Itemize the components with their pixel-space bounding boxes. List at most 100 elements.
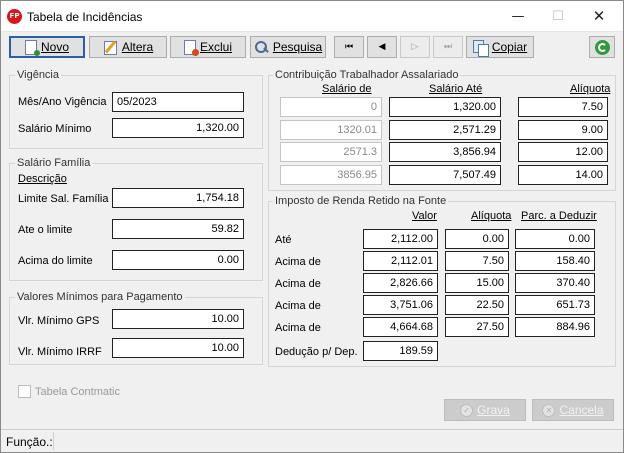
salario-minimo-label: Salário Mínimo xyxy=(18,123,92,135)
exit-button[interactable] xyxy=(589,36,615,58)
previous-record-icon: ◀ xyxy=(378,42,386,52)
aliquota-header: Alíquota xyxy=(570,83,611,95)
contrib-de-field: 0 xyxy=(280,97,382,117)
irrf-row-label: Acima de xyxy=(275,256,321,268)
ate-limite-field[interactable]: 59.82 xyxy=(112,219,244,239)
next-record-button: ▷ xyxy=(400,36,430,58)
irrf-row-label: Acima de xyxy=(275,300,321,312)
first-record-icon: ⏮ xyxy=(344,42,354,52)
ate-limite-label: Ate o limite xyxy=(18,224,73,236)
contrib-aliquota-field[interactable]: 12.00 xyxy=(518,142,608,162)
irrf-aliquota-field[interactable]: 15.00 xyxy=(445,273,509,293)
contrib-aliquota-field[interactable]: 9.00 xyxy=(518,120,608,140)
minimize-button[interactable]: — xyxy=(498,1,538,32)
contrib-ate-field[interactable]: 3,856.94 xyxy=(389,142,501,162)
previous-record-button[interactable]: ◀ xyxy=(367,36,397,58)
last-record-button: ⏭ xyxy=(433,36,463,58)
gps-field[interactable]: 10.00 xyxy=(112,309,244,329)
status-bar: Função.: xyxy=(1,429,623,452)
irrf-parcela-field[interactable]: 651.73 xyxy=(515,295,595,315)
mes-ano-label: Mês/Ano Vigência xyxy=(18,96,107,108)
contrib-ate-field[interactable]: 1,320.00 xyxy=(389,97,501,117)
contrib-aliquota-field[interactable]: 14.00 xyxy=(518,165,608,185)
irrf-minimo-label: Vlr. Mínimo IRRF xyxy=(18,346,102,358)
salario-de-header: Salário de xyxy=(322,83,372,95)
checkmark-icon: ✓ xyxy=(460,403,474,417)
cancel-icon: ✕ xyxy=(542,403,556,417)
irrf-row-label: Acima de xyxy=(275,278,321,290)
irrf-valor-field[interactable]: 2,112.01 xyxy=(363,251,438,271)
exclui-label: Exclui xyxy=(199,40,232,54)
irrf-title: Imposto de Renda Retido na Fonte xyxy=(273,195,449,207)
contrib-de-field: 2571.3 xyxy=(280,142,382,162)
acima-limite-field[interactable]: 0.00 xyxy=(112,250,244,270)
novo-button[interactable]: Novo xyxy=(9,36,85,58)
gps-label: Vlr. Mínimo GPS xyxy=(18,315,100,327)
salario-minimo-field[interactable]: 1,320.00 xyxy=(112,118,244,138)
limite-field[interactable]: 1,754.18 xyxy=(112,188,244,208)
cancela-label: Cancela xyxy=(559,403,604,417)
contrib-de-field: 3856.95 xyxy=(280,165,382,185)
close-button[interactable]: ✕ xyxy=(579,1,619,32)
deducao-field[interactable]: 189.59 xyxy=(363,341,438,361)
status-separator xyxy=(53,432,54,450)
irrf-aliquota-field[interactable]: 0.00 xyxy=(445,229,509,249)
contrib-ate-field[interactable]: 7,507.49 xyxy=(389,165,501,185)
irrf-valor-header: Valor xyxy=(412,210,437,222)
irrf-valor-field[interactable]: 3,751.06 xyxy=(363,295,438,315)
irrf-valor-field[interactable]: 2,112.00 xyxy=(363,229,438,249)
pesquisa-label: Pesquisa xyxy=(272,40,323,54)
toolbar: Novo Altera Exclui Pesquisa ⏮ ◀ ▷ ⏭ Copi… xyxy=(1,33,623,61)
tabela-contmatic-label: Tabela Contmatic xyxy=(35,385,120,398)
first-record-button[interactable]: ⏮ xyxy=(334,36,364,58)
search-icon xyxy=(254,40,269,55)
limite-label: Limite Sal. Família xyxy=(18,193,109,205)
window-title: Tabela de Incidências xyxy=(27,10,143,24)
irrf-row-label: Até xyxy=(275,234,292,246)
exclui-button[interactable]: Exclui xyxy=(170,36,246,58)
grava-button: ✓ Grava xyxy=(444,399,526,421)
irrf-parcela-field[interactable]: 370.40 xyxy=(515,273,595,293)
salario-ate-header: Salário Até xyxy=(429,83,483,95)
irrf-aliquota-header: Alíquota xyxy=(471,210,512,222)
deducao-label: Dedução p/ Dep. xyxy=(275,346,358,358)
funcao-label: Função.: xyxy=(6,435,53,449)
novo-label: Novo xyxy=(40,40,69,54)
exit-icon xyxy=(594,39,610,55)
irrf-aliquota-field[interactable]: 27.50 xyxy=(445,317,509,337)
copy-icon xyxy=(472,39,489,57)
irrf-parcela-field[interactable]: 0.00 xyxy=(515,229,595,249)
irrf-minimo-field[interactable]: 10.00 xyxy=(112,338,244,358)
contrib-ate-field[interactable]: 2,571.29 xyxy=(389,120,501,140)
contribuicao-title: Contribuição Trabalhador Assalariado xyxy=(273,69,461,81)
main-window: FP Tabela de Incidências — ☐ ✕ Novo Alte… xyxy=(0,0,624,453)
maximize-button: ☐ xyxy=(552,9,564,24)
app-logo-icon: FP xyxy=(7,9,22,24)
acima-limite-label: Acima do limite xyxy=(18,255,93,267)
contrib-aliquota-field[interactable]: 7.50 xyxy=(518,97,608,117)
salario-familia-title: Salário Família xyxy=(15,157,93,169)
irrf-parcela-header: Parc. a Deduzir xyxy=(521,210,597,222)
irrf-valor-field[interactable]: 4,664.68 xyxy=(363,317,438,337)
tabela-contmatic-checkbox: Tabela Contmatic xyxy=(18,385,120,398)
grava-label: Grava xyxy=(477,403,510,417)
irrf-valor-field[interactable]: 2,826.66 xyxy=(363,273,438,293)
irrf-parcela-field[interactable]: 884.96 xyxy=(515,317,595,337)
new-document-icon xyxy=(24,39,40,56)
delete-document-icon xyxy=(183,39,199,56)
copiar-button[interactable]: Copiar xyxy=(466,36,534,58)
next-record-icon: ▷ xyxy=(411,42,419,52)
irrf-row-label: Acima de xyxy=(275,322,321,334)
irrf-aliquota-field[interactable]: 7.50 xyxy=(445,251,509,271)
cancela-button: ✕ Cancela xyxy=(532,399,614,421)
title-bar: FP Tabela de Incidências — ☐ ✕ xyxy=(1,1,623,32)
copiar-label: Copiar xyxy=(491,40,528,54)
contrib-de-field: 1320.01 xyxy=(280,120,382,140)
mes-ano-field[interactable]: 05/2023 xyxy=(112,92,244,112)
valores-minimos-title: Valores Mínimos para Pagamento xyxy=(15,291,185,303)
altera-button[interactable]: Altera xyxy=(89,36,167,58)
last-record-icon: ⏭ xyxy=(443,42,453,52)
pesquisa-button[interactable]: Pesquisa xyxy=(250,36,326,58)
irrf-aliquota-field[interactable]: 22.50 xyxy=(445,295,509,315)
irrf-parcela-field[interactable]: 158.40 xyxy=(515,251,595,271)
